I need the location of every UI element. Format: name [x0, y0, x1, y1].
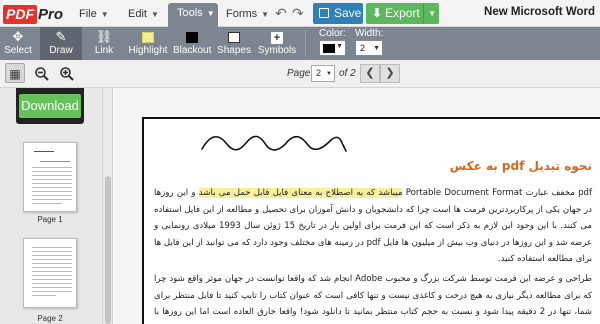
tool-select[interactable]: ✥ Select [2, 27, 34, 60]
tool-link[interactable]: ⛓ Link [89, 27, 119, 60]
chevron-down-icon: ▼ [373, 45, 380, 52]
width-value: 2 [360, 43, 366, 53]
document-paragraph-1: pdf مخفف عبارت Portable Document Format … [154, 185, 592, 268]
next-page-button[interactable]: ❯ [380, 64, 400, 83]
chevron-down-icon[interactable]: ▼ [423, 3, 436, 24]
download-arrow-icon: ⬇ [372, 6, 383, 20]
blackout-square-icon [173, 29, 211, 45]
tool-draw-label: Draw [49, 45, 73, 56]
link-icon: ⛓ [95, 29, 113, 44]
document-heading: نحوه تبدیل pdf به عکس [449, 159, 592, 173]
pencil-icon: ✎ [55, 29, 67, 44]
thumbnail-sidebar: Download Page 1 Page 2 [0, 88, 113, 324]
download-ad: Download [16, 88, 84, 124]
prev-page-button[interactable]: ❮ [360, 64, 380, 83]
width-option: Width: 2 ▼ [355, 29, 383, 56]
tool-symbols-label: Symbols [257, 45, 297, 56]
page-current: 2 [316, 68, 322, 78]
highlight-square-icon [127, 29, 169, 45]
freehand-drawing[interactable] [200, 127, 350, 157]
menu-tools[interactable]: Tools ▼ [168, 3, 218, 27]
menu-file[interactable]: File ▼ [79, 4, 109, 24]
document-title: New Microsoft Word [484, 6, 595, 18]
tool-symbols[interactable]: + Symbols [257, 27, 297, 60]
page-total: of 2 [339, 68, 356, 79]
rectangle-shape-icon [217, 29, 251, 45]
tool-link-label: Link [94, 45, 114, 56]
redo-icon[interactable]: ↷ [292, 5, 304, 22]
tool-shapes-label: Shapes [217, 45, 251, 56]
chevron-down-icon: ▼ [336, 43, 343, 50]
chevron-down-icon: ▼ [100, 10, 109, 19]
undo-icon[interactable]: ↶ [275, 5, 287, 22]
thumbnails-grid-icon[interactable]: ▦ [5, 63, 25, 83]
width-label: Width: [355, 28, 384, 39]
ribbon-divider [305, 30, 306, 57]
logo-pro-text: Pro [38, 5, 64, 23]
page-thumbnail-label: Page 2 [37, 314, 63, 323]
chevron-down-icon: ▼ [206, 9, 215, 18]
menu-file-label: File [79, 8, 97, 20]
download-button[interactable]: Download [19, 94, 81, 118]
page-select[interactable]: 2 ▼ [311, 65, 335, 82]
tool-highlight[interactable]: Highlight [127, 27, 169, 60]
tool-highlight-label: Highlight [128, 45, 168, 56]
save-label: Save [334, 6, 362, 20]
color-option: Color: ▼ [319, 29, 346, 56]
plus-symbol-icon: + [257, 29, 297, 45]
zoom-in-icon[interactable] [57, 63, 77, 83]
export-label: Export [385, 6, 420, 20]
export-button[interactable]: ⬇ Export ▼ [366, 3, 439, 24]
chevron-right-icon: ❯ [385, 67, 395, 79]
page-label: Page: [287, 68, 314, 79]
floppy-disk-icon [319, 8, 329, 18]
top-menu-bar: PDF Pro File ▼ Edit ▼ Tools ▼ Forms ▼ ↶ ↷ Sav… [0, 0, 600, 27]
logo-pdf-text: PDF [3, 4, 37, 24]
tool-blackout-label: Blackout [173, 45, 212, 56]
color-picker[interactable]: ▼ [319, 40, 346, 56]
save-button[interactable]: Save [313, 3, 363, 24]
tools-ribbon: ✥ Select ✎ Draw ⛓ Link Highlight Blackou… [0, 27, 600, 60]
menu-edit-label: Edit [128, 8, 147, 20]
document-viewer: نحوه تبدیل pdf به عکس pdf مخفف عبارت Por… [114, 88, 600, 324]
document-page[interactable]: نحوه تبدیل pdf به عکس pdf مخفف عبارت Por… [142, 117, 600, 324]
view-toolbar: ▦ Page: 2 ▼ of 2 ❮ ❯ [0, 60, 600, 88]
sidebar-scrollbar[interactable] [102, 88, 112, 324]
paragraph-text: و این روزها در جهان یکی از پرکاربردترین … [154, 188, 592, 264]
page-thumbnail-1[interactable] [23, 142, 77, 212]
tool-draw[interactable]: ✎ Draw [40, 27, 82, 60]
scrollbar-thumb[interactable] [105, 176, 111, 324]
zoom-out-icon[interactable] [32, 63, 52, 83]
paragraph-text: pdf مخفف عبارت Portable Document Format [405, 188, 593, 198]
chevron-down-icon: ▼ [261, 10, 270, 19]
color-label: Color: [319, 28, 346, 39]
tool-blackout[interactable]: Blackout [173, 27, 211, 60]
document-paragraph-2: طراحی و عرضه این فرمت توسط شرکت بزرگ و م… [154, 274, 592, 324]
tool-select-label: Select [4, 45, 32, 56]
app-logo: PDF Pro [3, 4, 63, 24]
page-thumbnail-2[interactable] [23, 238, 77, 308]
move-arrows-icon: ✥ [12, 29, 24, 44]
menu-tools-label: Tools [177, 7, 203, 19]
chevron-down-icon: ▼ [326, 71, 332, 77]
color-swatch [323, 44, 335, 53]
chevron-left-icon: ❮ [365, 67, 375, 79]
menu-edit[interactable]: Edit ▼ [128, 4, 159, 24]
width-select[interactable]: 2 ▼ [355, 40, 383, 56]
menu-forms[interactable]: Forms ▼ [226, 4, 269, 24]
chevron-down-icon: ▼ [150, 10, 159, 19]
page-thumbnail-label: Page 1 [37, 215, 63, 224]
menu-forms-label: Forms [226, 8, 258, 20]
tool-shapes[interactable]: Shapes [217, 27, 251, 60]
highlighted-text: میباشد که به اصطلاح به معنای فایل قابل ح… [198, 188, 403, 198]
